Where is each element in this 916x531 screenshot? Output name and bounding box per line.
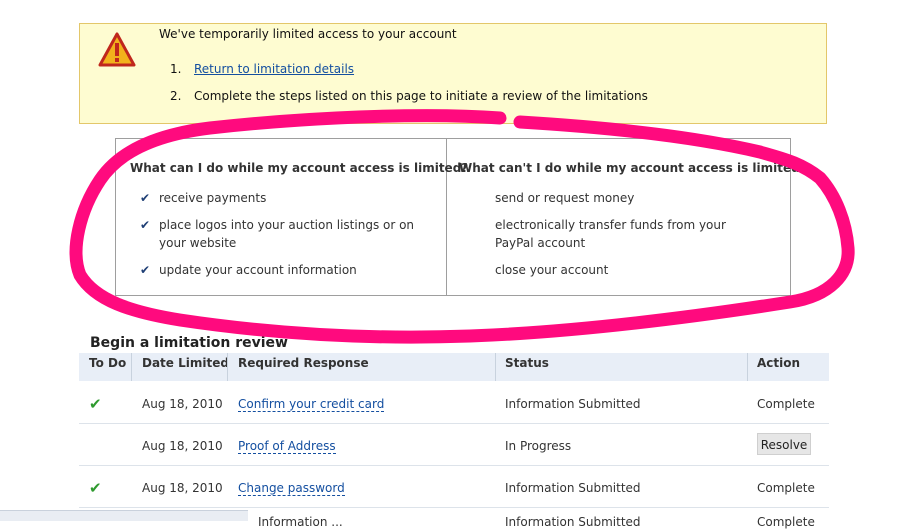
table-row: ✔ Aug 18, 2010 Change password Informati…: [79, 466, 829, 508]
limitation-alert: We've temporarily limited access to your…: [79, 23, 827, 124]
action-cell: Complete: [757, 481, 815, 495]
proof-of-address-link[interactable]: Proof of Address: [238, 439, 336, 454]
section-title: Begin a limitation review: [90, 335, 288, 351]
table-header: To Do Date Limited Required Response Sta…: [79, 353, 829, 381]
status-cell: Information Submitted: [505, 515, 641, 529]
action-cell: Complete: [757, 515, 815, 529]
cant-do-item: electronically transfer funds from your …: [495, 218, 726, 250]
cant-do-heading: What can't I do while my account access …: [459, 161, 807, 175]
header-status: Status: [505, 356, 549, 370]
alert-steps: 1. Return to limitation details 2. Compl…: [170, 62, 648, 116]
header-action: Action: [757, 356, 801, 370]
confirm-credit-card-link[interactable]: Confirm your credit card: [238, 397, 385, 412]
status-cell: In Progress: [505, 439, 572, 453]
change-password-link[interactable]: Change password: [238, 481, 345, 496]
alert-step: 1. Return to limitation details: [170, 62, 648, 89]
resolve-button[interactable]: Resolve: [757, 433, 811, 455]
limitation-review-section: Begin a limitation review To Do Date Lim…: [79, 325, 829, 529]
column-separator: [227, 353, 228, 381]
completed-check-icon: ✔: [89, 395, 102, 413]
status-cell: Information Submitted: [505, 481, 641, 495]
header-date-limited: Date Limited: [142, 356, 229, 370]
column-separator: [495, 353, 496, 381]
table-row: Aug 18, 2010 Proof of Address In Progres…: [79, 424, 829, 466]
header-required-response: Required Response: [238, 356, 369, 370]
step-text: Complete the steps listed on this page t…: [194, 89, 648, 103]
alert-title: We've temporarily limited access to your…: [159, 27, 457, 41]
warning-icon: [98, 32, 136, 67]
header-todo: To Do: [89, 356, 127, 370]
date-cell: Aug 18, 2010: [142, 439, 223, 453]
can-do-item: receive payments: [159, 191, 267, 205]
return-to-limitation-details-link[interactable]: Return to limitation details: [194, 62, 354, 89]
date-cell: Aug 18, 2010: [142, 481, 223, 495]
column-separator: [131, 353, 132, 381]
completed-check-icon: ✔: [89, 479, 102, 497]
can-do-heading: What can I do while my account access is…: [130, 161, 469, 175]
status-bar: [0, 510, 248, 521]
action-cell: Complete: [757, 397, 815, 411]
limitations-box: What can I do while my account access is…: [115, 138, 807, 296]
date-cell: Aug 18, 2010: [142, 397, 223, 411]
table-row: ✔ Aug 18, 2010 Confirm your credit card …: [79, 382, 829, 424]
checkmark-icon: ✔: [140, 263, 151, 277]
step-number: 2.: [170, 89, 182, 103]
can-do-item: place logos into your auction listings o…: [159, 218, 415, 250]
status-cell: Information Submitted: [505, 397, 641, 411]
cant-do-item: close your account: [495, 263, 609, 277]
step-number: 1.: [170, 62, 182, 76]
column-separator: [747, 353, 748, 381]
cant-do-item: send or request money: [495, 191, 635, 205]
response-cell: Information ...: [258, 515, 343, 529]
alert-step: 2. Complete the steps listed on this pag…: [170, 89, 648, 116]
can-do-item: update your account information: [159, 263, 357, 277]
checkmark-icon: ✔: [140, 191, 151, 205]
checkmark-icon: ✔: [140, 218, 151, 232]
